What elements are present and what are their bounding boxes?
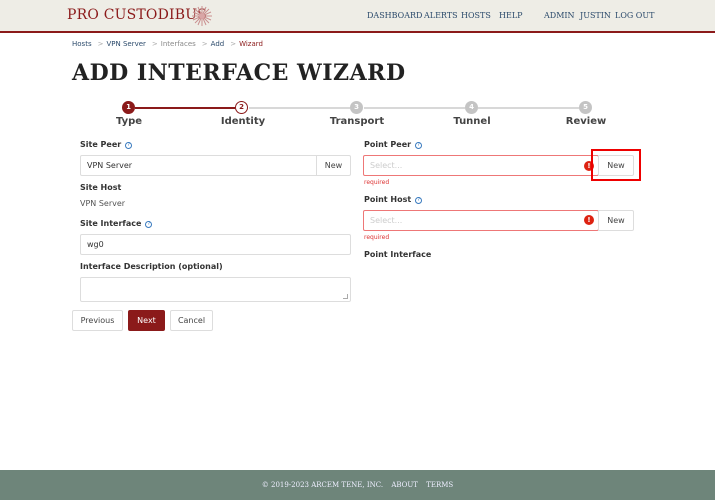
step-3-label: Transport xyxy=(329,116,385,127)
footer-terms-link[interactable]: TERMS xyxy=(426,481,453,489)
site-peer-label: Site Peer? xyxy=(80,140,133,149)
point-peer-error: required xyxy=(364,179,390,186)
point-peer-select[interactable]: Select... xyxy=(363,155,599,176)
nav-admin[interactable]: ADMIN xyxy=(544,11,575,20)
step-5-label: Review xyxy=(565,116,607,127)
previous-button[interactable]: Previous xyxy=(72,310,123,331)
step-4-label: Tunnel xyxy=(453,116,491,127)
point-host-label: Point Host? xyxy=(364,195,423,204)
point-host-label-text: Point Host xyxy=(364,195,412,204)
exclamation-circle-icon: ! xyxy=(584,215,594,225)
site-interface-input[interactable]: wg0 xyxy=(80,234,351,255)
site-peer-label-text: Site Peer xyxy=(80,140,122,149)
step-connector xyxy=(364,107,465,109)
step-3-indicator: 3 xyxy=(350,101,363,114)
footer-about-link[interactable]: ABOUT xyxy=(391,481,418,489)
question-circle-icon[interactable]: ? xyxy=(125,142,133,149)
next-button[interactable]: Next xyxy=(128,310,165,331)
step-connector xyxy=(478,107,579,109)
site-peer-field[interactable]: VPN Server xyxy=(80,155,318,176)
point-host-new-button[interactable]: New xyxy=(598,210,634,231)
step-connector xyxy=(135,107,235,109)
step-1-label[interactable]: Type xyxy=(84,116,174,127)
nav-dashboard[interactable]: DASHBOARD xyxy=(367,11,422,20)
target-highlight-box xyxy=(591,149,641,181)
point-interface-label: Point Interface xyxy=(364,250,432,259)
footer: © 2019-2023 ARCEM TENE, INC. ABOUT TERMS xyxy=(0,470,715,500)
breadcrumb-separator: > xyxy=(97,40,104,48)
breadcrumb-hosts[interactable]: Hosts xyxy=(72,40,92,48)
point-host-placeholder: Select... xyxy=(370,216,403,225)
breadcrumb-separator: > xyxy=(230,40,237,48)
interface-description-textarea[interactable] xyxy=(80,277,351,302)
nav-help[interactable]: HELP xyxy=(499,11,523,20)
site-host-value: VPN Server xyxy=(80,199,126,208)
cancel-button[interactable]: Cancel xyxy=(170,310,213,331)
site-peer-new-button[interactable]: New xyxy=(316,155,351,176)
point-peer-label-text: Point Peer xyxy=(364,140,412,149)
step-4-indicator: 4 xyxy=(465,101,478,114)
breadcrumb-separator: > xyxy=(151,40,158,48)
site-interface-label-text: Site Interface xyxy=(80,219,142,228)
question-circle-icon[interactable]: ? xyxy=(145,221,153,228)
breadcrumb: Hosts > VPN Server > Interfaces > Add > Wizard xyxy=(72,40,266,48)
step-connector xyxy=(249,107,350,109)
step-1-indicator[interactable]: 1 xyxy=(122,101,135,114)
point-host-select[interactable]: Select... xyxy=(363,210,599,231)
breadcrumb-vpn-server[interactable]: VPN Server xyxy=(106,40,145,48)
nav-alerts[interactable]: ALERTS xyxy=(424,11,458,20)
point-peer-placeholder: Select... xyxy=(370,161,403,170)
step-5-indicator: 5 xyxy=(579,101,592,114)
brand-logo[interactable]: PRO CUSTODIBUS xyxy=(67,7,207,23)
step-2-indicator: 2 xyxy=(235,101,248,114)
step-2-label: Identity xyxy=(220,116,266,127)
site-host-label: Site Host xyxy=(80,183,122,192)
copyright-text: © 2019-2023 ARCEM TENE, INC. xyxy=(261,481,384,489)
page-title: ADD INTERFACE WIZARD xyxy=(72,60,406,86)
resize-handle-icon[interactable] xyxy=(343,294,348,299)
brand-emblem-icon xyxy=(192,6,212,26)
nav-log-out[interactable]: LOG OUT xyxy=(615,11,654,20)
breadcrumb-wizard: Wizard xyxy=(239,40,263,48)
question-circle-icon[interactable]: ? xyxy=(415,142,423,149)
question-circle-icon[interactable]: ? xyxy=(415,197,423,204)
site-interface-label: Site Interface? xyxy=(80,219,153,228)
interface-description-label: Interface Description (optional) xyxy=(80,262,223,271)
point-host-error: required xyxy=(364,234,390,241)
top-header: PRO CUSTODIBUS DASHBOARD ALERTS HOSTS HE… xyxy=(0,0,715,33)
nav-user-justin[interactable]: JUSTIN xyxy=(580,11,611,20)
point-peer-label: Point Peer? xyxy=(364,140,423,149)
breadcrumb-add[interactable]: Add xyxy=(211,40,225,48)
nav-hosts[interactable]: HOSTS xyxy=(461,11,491,20)
breadcrumb-separator: > xyxy=(201,40,208,48)
breadcrumb-interfaces: Interfaces xyxy=(160,40,196,48)
wizard-stepper: 1 Type 2 Identity 3 Transport 4 Tunnel 5… xyxy=(0,100,715,130)
